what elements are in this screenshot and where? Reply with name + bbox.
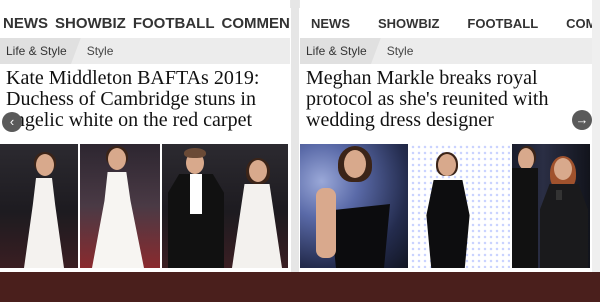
panel-divider xyxy=(291,0,299,272)
photo-2 xyxy=(80,144,160,268)
nav-showbiz[interactable]: SHOWBIZ xyxy=(378,16,439,31)
main-nav: NEWS SHOWBIZ FOOTBALL COMMENT xyxy=(0,8,290,38)
nav-showbiz[interactable]: SHOWBIZ xyxy=(55,15,126,32)
photo-3 xyxy=(162,144,288,268)
nav-news[interactable]: NEWS xyxy=(3,15,48,32)
article-headline[interactable]: Kate Middleton BAFTAs 2019: Duchess of C… xyxy=(6,68,286,131)
right-edge xyxy=(592,0,600,272)
photo-4 xyxy=(300,144,408,268)
breadcrumb: Life & Style Style xyxy=(300,38,592,64)
article-headline[interactable]: Meghan Markle breaks royal protocol as s… xyxy=(306,68,588,131)
nav-news[interactable]: NEWS xyxy=(311,16,350,31)
arrow-right-icon[interactable]: → xyxy=(572,110,592,130)
bottom-bar xyxy=(0,272,600,302)
article-card-left[interactable]: NEWS SHOWBIZ FOOTBALL COMMENT Life & Sty… xyxy=(0,0,290,272)
breadcrumb-style[interactable]: Style xyxy=(387,44,414,58)
breadcrumb: Life & Style Style xyxy=(0,38,290,64)
nav-comment[interactable]: COMMENT xyxy=(566,16,592,31)
nav-comment[interactable]: COMMENT xyxy=(221,15,290,32)
photo-1 xyxy=(0,144,78,268)
article-photos xyxy=(0,144,290,268)
main-nav: NEWS SHOWBIZ FOOTBALL COMMENT xyxy=(300,8,592,38)
photo-6 xyxy=(512,144,590,268)
article-card-right[interactable]: NEWS SHOWBIZ FOOTBALL COMMENT Life & Sty… xyxy=(300,0,592,272)
chevron-left-icon[interactable]: ‹ xyxy=(2,112,22,132)
breadcrumb-style[interactable]: Style xyxy=(87,44,114,58)
breadcrumb-life-style[interactable]: Life & Style xyxy=(0,38,81,64)
breadcrumb-life-style[interactable]: Life & Style xyxy=(300,38,381,64)
photo-5 xyxy=(410,144,510,268)
nav-football[interactable]: FOOTBALL xyxy=(133,15,215,32)
nav-football[interactable]: FOOTBALL xyxy=(467,16,538,31)
article-photos xyxy=(300,144,592,268)
